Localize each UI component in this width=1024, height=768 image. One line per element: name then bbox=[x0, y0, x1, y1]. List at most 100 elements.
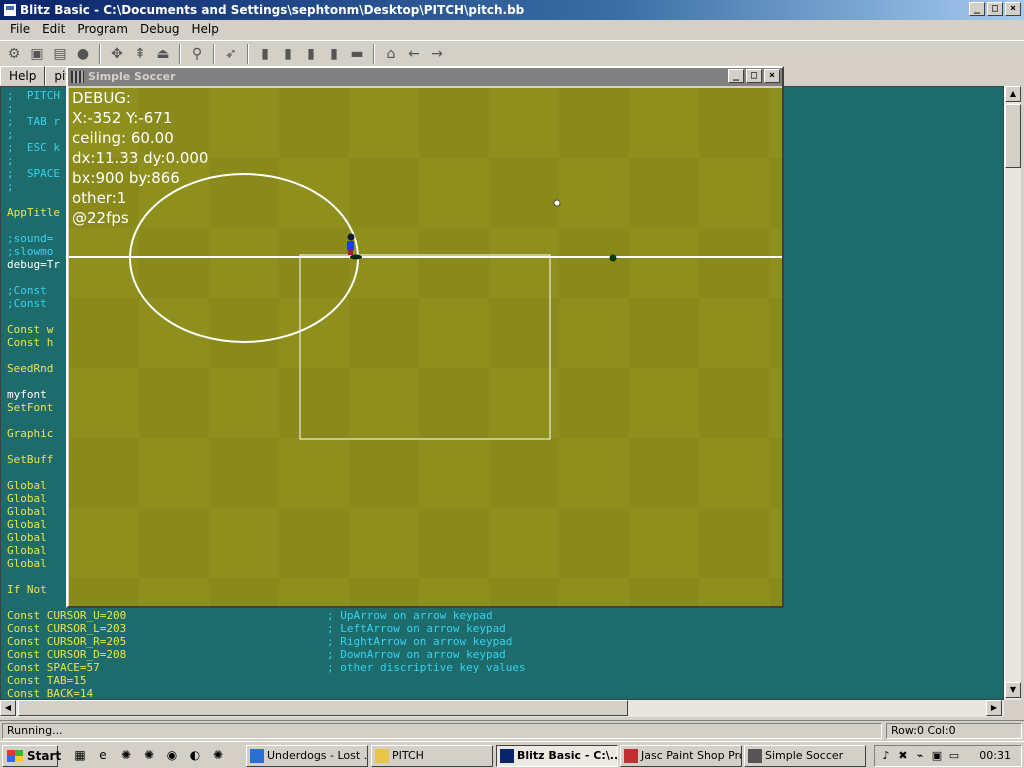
code-line[interactable]: Const w bbox=[7, 323, 53, 336]
back-arrow-icon[interactable]: ← bbox=[404, 44, 424, 64]
minimize-button[interactable]: _ bbox=[969, 2, 985, 16]
vertical-scrollbar[interactable]: ▲ ▼ bbox=[1004, 86, 1021, 700]
code-text: Global bbox=[7, 557, 54, 570]
display-icon[interactable]: ▭ bbox=[947, 749, 961, 763]
status-text: Running... bbox=[2, 723, 882, 739]
scroll-left-button[interactable]: ◀ bbox=[0, 700, 16, 716]
code-line[interactable]: Global bbox=[7, 518, 53, 531]
copy-icon[interactable]: ⇞ bbox=[130, 44, 150, 64]
app-icon[interactable]: ✺ bbox=[141, 747, 157, 763]
code-line[interactable]: debug=Tr bbox=[7, 258, 60, 271]
step-icon[interactable]: ▮ bbox=[255, 44, 275, 64]
code-line[interactable]: Const TAB=15 bbox=[7, 674, 86, 687]
menu-file[interactable]: File bbox=[4, 22, 36, 36]
code-line[interactable]: ;Const bbox=[7, 297, 53, 310]
code-line[interactable]: Const CURSOR_L=203 ; LeftArrow on arrow k… bbox=[7, 622, 506, 635]
media-icon[interactable]: ◐ bbox=[187, 747, 203, 763]
cut-icon[interactable]: ✥ bbox=[107, 44, 127, 64]
app-icon[interactable]: ✺ bbox=[118, 747, 134, 763]
taskbar-button[interactable]: Underdogs - Lost ... bbox=[246, 745, 368, 767]
clock[interactable]: 00:31 bbox=[979, 749, 1011, 763]
code-line[interactable]: Global bbox=[7, 557, 53, 570]
simple-soccer-window[interactable]: Simple Soccer _ □ × DEBUG: X:-352 Y:-671 c… bbox=[66, 66, 784, 608]
code-line[interactable]: If Not bbox=[7, 583, 53, 596]
taskbar-button[interactable]: PITCH bbox=[371, 745, 493, 767]
code-line[interactable]: AppTitle bbox=[7, 206, 60, 219]
step-out-icon[interactable]: ▮ bbox=[301, 44, 321, 64]
penalty-box bbox=[299, 254, 551, 440]
code-line[interactable]: ;slowmo bbox=[7, 245, 53, 258]
menu-debug[interactable]: Debug bbox=[134, 22, 185, 36]
menu-program[interactable]: Program bbox=[71, 22, 134, 36]
save-icon[interactable]: ▤ bbox=[50, 44, 70, 64]
taskbar-button[interactable]: Jasc Paint Shop Pro bbox=[620, 745, 742, 767]
code-line[interactable]: Const SPACE=57 ; other discriptive key va… bbox=[7, 661, 526, 674]
code-line[interactable]: Const h bbox=[7, 336, 53, 349]
cursor-position: Row:0 Col:0 bbox=[886, 723, 1022, 739]
start-button[interactable]: Start bbox=[2, 745, 61, 767]
game-maximize-button[interactable]: □ bbox=[746, 69, 762, 83]
menu-edit[interactable]: Edit bbox=[36, 22, 71, 36]
step-over-icon[interactable]: ▮ bbox=[278, 44, 298, 64]
pin-icon[interactable]: ● bbox=[73, 44, 93, 64]
usb-icon[interactable]: ⌁ bbox=[913, 749, 927, 763]
code-line[interactable]: Global bbox=[7, 479, 53, 492]
horizontal-scroll-thumb[interactable] bbox=[18, 700, 628, 716]
taskbar-button[interactable]: Blitz Basic - C:\... bbox=[496, 745, 618, 767]
forward-arrow-icon[interactable]: → bbox=[427, 44, 447, 64]
main-title-bar[interactable]: Blitz Basic - C:\Documents and Settings\… bbox=[0, 0, 1024, 20]
run-icon[interactable]: ➶ bbox=[221, 44, 241, 64]
code-line[interactable]: Graphic bbox=[7, 427, 53, 440]
maximize-button[interactable]: □ bbox=[987, 2, 1003, 16]
code-line[interactable]: Global bbox=[7, 505, 53, 518]
code-line[interactable]: Const CURSOR_U=200 ; UpArrow on arrow key… bbox=[7, 609, 493, 622]
game-close-button[interactable]: × bbox=[764, 69, 780, 83]
winamp-icon[interactable]: ◉ bbox=[164, 747, 180, 763]
volume-icon[interactable]: ♪ bbox=[879, 749, 893, 763]
code-line[interactable]: SeedRnd bbox=[7, 362, 53, 375]
code-line[interactable]: Global bbox=[7, 531, 53, 544]
scroll-right-button[interactable]: ▶ bbox=[986, 700, 1002, 716]
code-line[interactable]: Global bbox=[7, 492, 53, 505]
stop-icon[interactable]: ▮ bbox=[324, 44, 344, 64]
open-icon[interactable]: ▣ bbox=[27, 44, 47, 64]
game-title-bar[interactable]: Simple Soccer _ □ × bbox=[68, 68, 782, 86]
soccer-pitch[interactable]: DEBUG: X:-352 Y:-671 ceiling: 60.00 dx:11.3… bbox=[69, 88, 782, 606]
app-icon[interactable]: ✺ bbox=[210, 747, 226, 763]
code-line[interactable]: SetBuff bbox=[7, 453, 53, 466]
vertical-scroll-thumb[interactable] bbox=[1005, 104, 1021, 168]
desktop-icon[interactable]: ▦ bbox=[72, 747, 88, 763]
code-line[interactable]: Const CURSOR_D=208 ; DownArrow on arrow k… bbox=[7, 648, 506, 661]
horizontal-scrollbar[interactable]: ◀ ▶ bbox=[0, 700, 1004, 717]
tab-help[interactable]: Help bbox=[0, 66, 46, 86]
code-line[interactable]: ; TAB r bbox=[7, 115, 60, 128]
paste-icon[interactable]: ⏏ bbox=[153, 44, 173, 64]
scroll-up-button[interactable]: ▲ bbox=[1005, 86, 1021, 102]
debug-icon[interactable]: ▬ bbox=[347, 44, 367, 64]
network-icon[interactable]: ✖ bbox=[896, 749, 910, 763]
code-line[interactable]: myfont bbox=[7, 388, 47, 401]
ie-icon[interactable]: e bbox=[95, 747, 111, 763]
scroll-down-button[interactable]: ▼ bbox=[1005, 682, 1021, 698]
code-line[interactable]: Const BACK=14 bbox=[7, 687, 93, 699]
code-line[interactable]: ; bbox=[7, 154, 14, 167]
close-button[interactable]: × bbox=[1005, 2, 1021, 16]
find-icon[interactable]: ⚲ bbox=[187, 44, 207, 64]
code-line[interactable]: ;sound= bbox=[7, 232, 53, 245]
code-line[interactable]: Const CURSOR_R=205 ; RightArrow on arrow … bbox=[7, 635, 512, 648]
new-icon[interactable]: ⚙ bbox=[4, 44, 24, 64]
code-line[interactable]: ; bbox=[7, 102, 14, 115]
code-line[interactable]: ; ESC k bbox=[7, 141, 60, 154]
code-line[interactable]: Global bbox=[7, 544, 53, 557]
code-line[interactable]: ;Const bbox=[7, 284, 53, 297]
monitor-icon[interactable]: ▣ bbox=[930, 749, 944, 763]
game-minimize-button[interactable]: _ bbox=[728, 69, 744, 83]
home-icon[interactable]: ⌂ bbox=[381, 44, 401, 64]
taskbar-button[interactable]: Simple Soccer bbox=[744, 745, 866, 767]
code-line[interactable]: SetFont bbox=[7, 401, 53, 414]
code-line[interactable]: ; bbox=[7, 128, 14, 141]
code-line[interactable]: ; bbox=[7, 180, 14, 193]
code-line[interactable]: ; SPACE bbox=[7, 167, 60, 180]
code-line[interactable]: ; PITCH bbox=[7, 89, 60, 102]
menu-help[interactable]: Help bbox=[185, 22, 224, 36]
